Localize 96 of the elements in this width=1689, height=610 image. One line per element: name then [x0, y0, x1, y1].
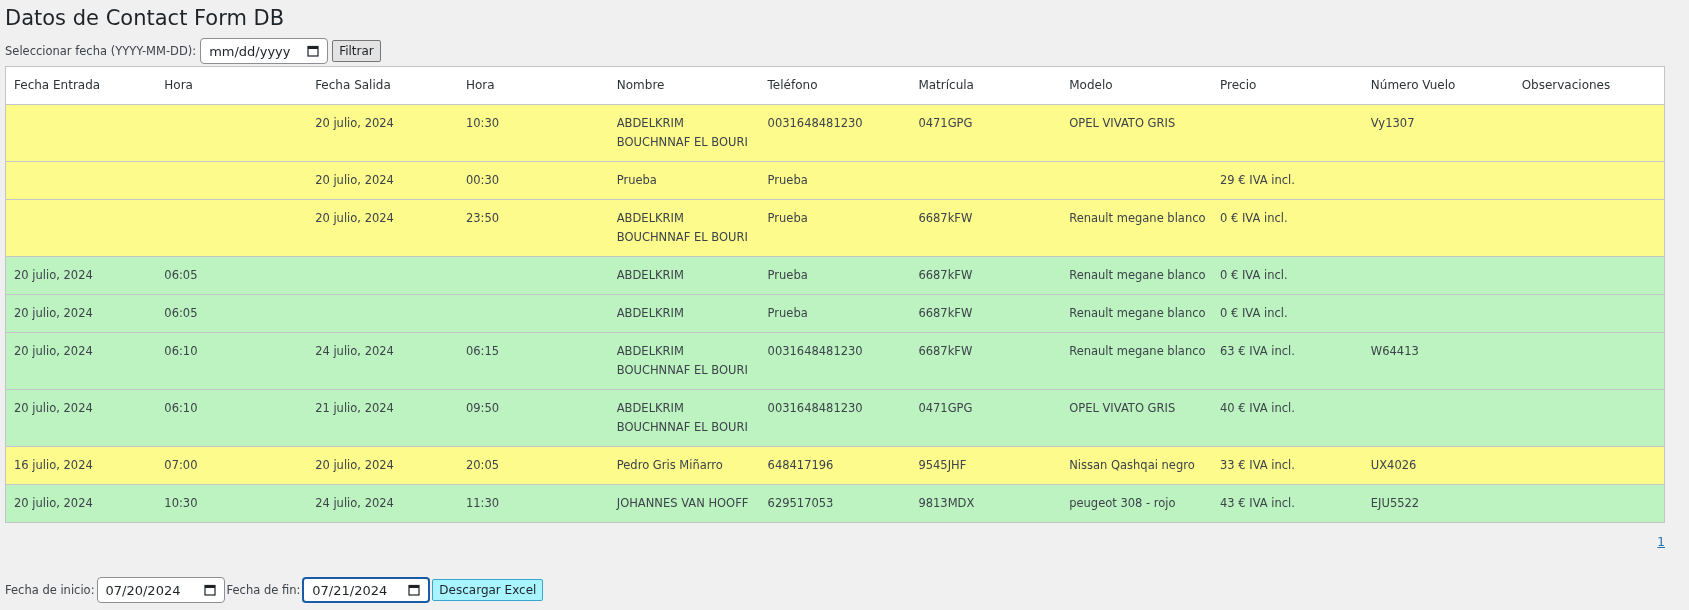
table-cell: 07:00 — [156, 446, 308, 485]
calendar-icon[interactable] — [408, 584, 421, 596]
table-cell: 16 julio, 2024 — [5, 446, 157, 485]
column-header: Fecha Salida — [307, 66, 458, 105]
table-cell: 20 julio, 2024 — [5, 294, 157, 333]
table-cell: Pedro Gris Miñarro — [608, 446, 760, 485]
date-field[interactable]: mm/dd/yyyy — [200, 38, 329, 64]
table-cell: 06:10 — [156, 332, 308, 390]
table-cell: 29 € IVA incl. — [1212, 161, 1363, 200]
table-cell: Prueba — [759, 256, 911, 295]
table-cell: 6687kFW — [910, 332, 1062, 390]
table-cell: Prueba — [759, 199, 911, 257]
table-cell: 21 julio, 2024 — [307, 389, 458, 447]
table-cell: 43 € IVA incl. — [1212, 484, 1363, 523]
table-cell: 20 julio, 2024 — [5, 256, 157, 295]
page-title: Datos de Contact Form DB — [5, 5, 286, 32]
table-cell: ABDELKRIM — [608, 294, 760, 333]
table-cell: 23:50 — [457, 199, 609, 257]
table-cell: OPEL VIVATO GRIS — [1061, 389, 1212, 447]
date-label: Seleccionar fecha (YYYY-MM-DD): — [5, 44, 197, 58]
table-cell: 9813MDX — [910, 484, 1062, 523]
column-header: Hora — [156, 66, 308, 105]
start-date-field[interactable]: 07/20/2024 — [96, 577, 225, 603]
table-cell: JOHANNES VAN HOOFF — [608, 484, 760, 523]
table-cell: Prueba — [608, 161, 760, 200]
table-cell: Renault megane blanco — [1061, 256, 1212, 295]
table-cell: 20 julio, 2024 — [307, 161, 458, 200]
table-cell: 20 julio, 2024 — [307, 446, 458, 485]
table-cell: Renault megane blanco — [1061, 199, 1212, 257]
column-header: Precio — [1212, 66, 1363, 105]
table-cell: UX4026 — [1362, 446, 1514, 485]
end-date-label: Fecha de fin: — [226, 583, 301, 597]
table-cell: 0031648481230 — [759, 332, 911, 390]
table-cell: 10:30 — [156, 484, 308, 523]
table-cell: Renault megane blanco — [1061, 294, 1212, 333]
end-date-field[interactable]: 07/21/2024 — [302, 577, 431, 603]
table-cell: 20 julio, 2024 — [5, 484, 157, 523]
table-cell: 6687kFW — [910, 294, 1062, 333]
table-cell: 0031648481230 — [759, 389, 911, 447]
table-cell: 33 € IVA incl. — [1212, 446, 1363, 485]
table-cell: 06:05 — [156, 256, 308, 295]
table-cell: 06:05 — [156, 294, 308, 333]
table-cell: 40 € IVA incl. — [1212, 389, 1363, 447]
table-cell: 0031648481230 — [759, 104, 911, 162]
table-cell: 20 julio, 2024 — [307, 199, 458, 257]
column-header: Matrícula — [910, 66, 1062, 105]
table-cell: ABDELKRIM — [608, 256, 760, 295]
table-cell: 0471GPG — [910, 389, 1062, 447]
table-cell: 06:10 — [156, 389, 308, 447]
column-header: Nombre — [608, 66, 760, 105]
table-cell: OPEL VIVATO GRIS — [1061, 104, 1212, 162]
filter-button[interactable]: Filtrar — [332, 40, 381, 62]
table-cell: 11:30 — [457, 484, 609, 523]
table-cell: ABDELKRIM BOUCHNNAF EL BOURI — [608, 199, 760, 257]
table-cell: 24 julio, 2024 — [307, 332, 458, 390]
table-cell: W64413 — [1362, 332, 1514, 390]
table-cell: 09:50 — [457, 389, 609, 447]
column-header: Hora — [457, 66, 609, 105]
table-cell: 6687kFW — [910, 199, 1062, 257]
table-cell: 63 € IVA incl. — [1212, 332, 1363, 390]
page-link[interactable]: 1 — [1657, 535, 1665, 555]
table-cell: 10:30 — [457, 104, 609, 162]
table-cell: 20 julio, 2024 — [5, 332, 157, 390]
table-cell: Prueba — [759, 161, 911, 200]
table-cell: 20 julio, 2024 — [5, 389, 157, 447]
column-header: Modelo — [1061, 66, 1212, 105]
table-cell: Prueba — [759, 294, 911, 333]
table-cell: Vy1307 — [1362, 104, 1514, 162]
table-cell: 9545JHF — [910, 446, 1062, 485]
table-cell: 0 € IVA incl. — [1212, 256, 1363, 295]
table-cell: ABDELKRIM BOUCHNNAF EL BOURI — [608, 332, 760, 390]
column-header: Teléfono — [759, 66, 911, 105]
table-cell: 0471GPG — [910, 104, 1062, 162]
table-cell: 0 € IVA incl. — [1212, 199, 1363, 257]
table-cell: 06:15 — [457, 332, 609, 390]
calendar-icon[interactable] — [203, 584, 216, 596]
column-header: Número Vuelo — [1362, 66, 1514, 105]
calendar-icon[interactable] — [307, 45, 320, 57]
table-cell: 629517053 — [759, 484, 911, 523]
start-date-label: Fecha de inicio: — [5, 583, 95, 597]
table-cell: 648417196 — [759, 446, 911, 485]
table-cell: 24 julio, 2024 — [307, 484, 458, 523]
table-cell: 00:30 — [457, 161, 609, 200]
table-cell: Nissan Qashqai negro — [1061, 446, 1212, 485]
download-excel-button[interactable]: Descargar Excel — [432, 579, 544, 601]
table-cell: ABDELKRIM BOUCHNNAF EL BOURI — [608, 104, 760, 162]
table-cell: 0 € IVA incl. — [1212, 294, 1363, 333]
column-header: Fecha Entrada — [5, 66, 157, 105]
table-cell: 20 julio, 2024 — [307, 104, 458, 162]
table-cell: EJU5522 — [1362, 484, 1514, 523]
table-cell: ABDELKRIM BOUCHNNAF EL BOURI — [608, 389, 760, 447]
table-cell: 20:05 — [457, 446, 609, 485]
column-header: Observaciones — [1513, 66, 1665, 105]
table-cell: Renault megane blanco — [1061, 332, 1212, 390]
table-cell: 6687kFW — [910, 256, 1062, 295]
table-cell: peugeot 308 - rojo — [1061, 484, 1212, 523]
